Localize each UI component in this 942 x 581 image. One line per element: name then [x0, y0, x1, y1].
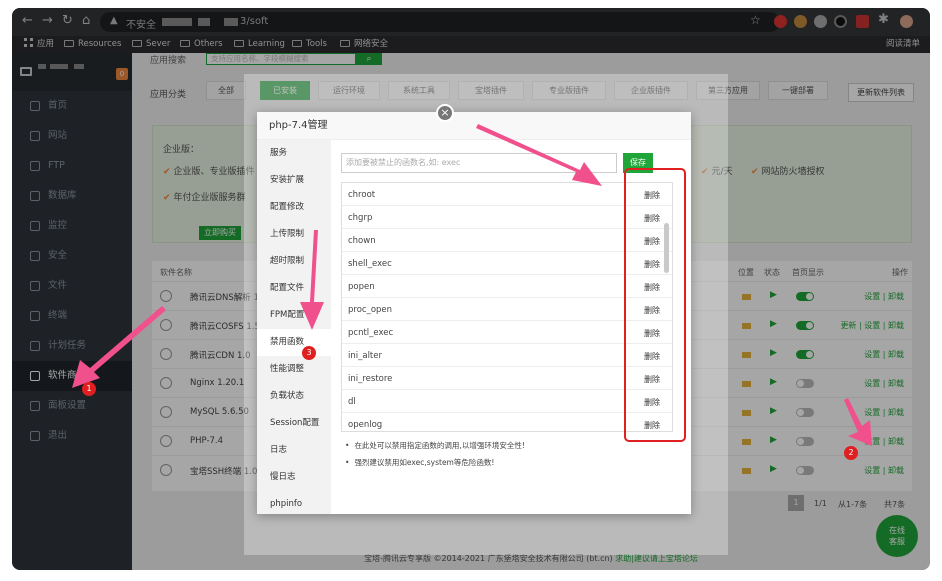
browser-window: ← → ↻ ⌂ ▲ 不安全 3/soft ☆ ✱ 应用 Resources Se…	[12, 8, 930, 570]
step-badge-3: 3	[302, 346, 316, 360]
highlight-box	[624, 168, 686, 442]
close-dialog-button[interactable]: ×	[436, 104, 454, 122]
menu-item-slow-log[interactable]: 慢日志	[257, 464, 331, 491]
menu-item-log[interactable]: 日志	[257, 437, 331, 464]
function-name-input[interactable]: 添加要被禁止的函数名,如: exec	[341, 153, 617, 173]
menu-item-load-status[interactable]: 负载状态	[257, 383, 331, 410]
menu-item-extensions[interactable]: 安装扩展	[257, 167, 331, 194]
help-note: 在此处可以禁用指定函数的调用,以增强环境安全性!	[345, 440, 524, 451]
help-note: 强烈建议禁用如exec,system等危险函数!	[345, 457, 494, 468]
menu-item-fpm-config[interactable]: FPM配置	[257, 302, 331, 329]
menu-item-disabled-functions[interactable]: 禁用函数	[257, 329, 331, 356]
menu-item-service[interactable]: 服务	[257, 140, 331, 167]
menu-item-config-file[interactable]: 配置文件	[257, 275, 331, 302]
dialog-title: php-7.4管理	[257, 112, 691, 140]
menu-item-upload-limit[interactable]: 上传限制	[257, 221, 331, 248]
step-badge-1: 1	[82, 382, 96, 396]
menu-item-phpinfo[interactable]: phpinfo	[257, 491, 331, 518]
step-badge-2: 2	[844, 446, 858, 460]
dialog-menu: 服务 安装扩展 配置修改 上传限制 超时限制 配置文件 FPM配置 禁用函数 性…	[257, 140, 331, 514]
menu-item-performance[interactable]: 性能调整	[257, 356, 331, 383]
menu-item-config-edit[interactable]: 配置修改	[257, 194, 331, 221]
menu-item-timeout-limit[interactable]: 超时限制	[257, 248, 331, 275]
menu-item-session[interactable]: Session配置	[257, 410, 331, 437]
